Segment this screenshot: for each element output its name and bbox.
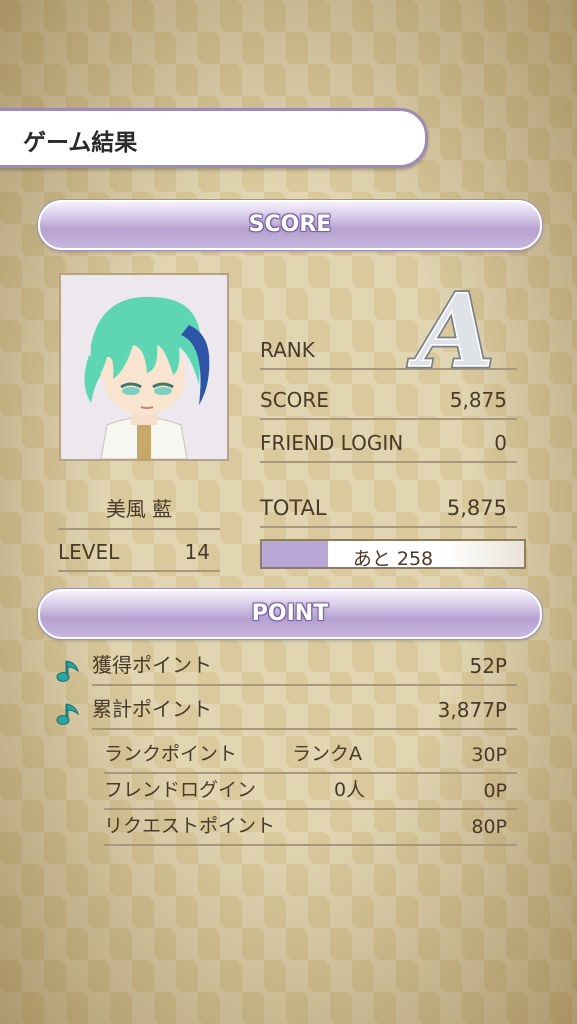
breakdown-label: リクエストポイント (104, 815, 276, 837)
earned-points-label: 獲得ポイント (92, 653, 212, 677)
total-label: TOTAL (260, 496, 327, 520)
next-rank-progress-bar: あと 258 (260, 539, 526, 570)
page-title: ゲーム結果 (23, 130, 138, 156)
music-note-icon (56, 660, 79, 682)
score-section-header: SCORE (38, 200, 542, 250)
total-row: TOTAL 5,875 (260, 492, 517, 528)
earned-points-value: 52P (469, 654, 507, 678)
page-title-bar: ゲーム結果 (0, 108, 428, 168)
point-section-header: POINT (38, 589, 542, 639)
rank-label: RANK (260, 338, 315, 362)
friend-login-label: FRIEND LOGIN (260, 431, 404, 455)
cumulative-points-value: 3,877P (437, 698, 507, 722)
level-label: LEVEL (58, 540, 120, 564)
breakdown-value: 80P (471, 816, 507, 838)
character-name-row: 美風 藍 (58, 494, 220, 530)
breakdown-detail: ランクA (292, 743, 362, 765)
breakdown-detail: 0人 (334, 779, 366, 801)
friend-login-value: 0 (494, 431, 507, 455)
point-section-label: POINT (251, 601, 329, 626)
score-value: 5,875 (449, 388, 507, 412)
cumulative-points-label: 累計ポイント (92, 697, 212, 721)
score-section-label: SCORE (248, 212, 332, 237)
friend-login-row: FRIEND LOGIN 0 (260, 427, 517, 463)
breakdown-row: フレンドログイン 0人 0P (104, 774, 517, 810)
character-avatar-icon (61, 275, 227, 459)
rank-a-badge: A A (406, 278, 497, 378)
breakdown-value: 0P (483, 780, 507, 802)
breakdown-row: ランクポイント ランクA 30P (104, 738, 517, 774)
level-row: LEVEL 14 (58, 536, 220, 572)
music-note-icon (56, 703, 79, 725)
breakdown-label: フレンドログイン (104, 779, 257, 801)
level-value: 14 (184, 540, 210, 564)
character-name: 美風 藍 (105, 497, 173, 521)
breakdown-row: リクエストポイント 80P (104, 810, 517, 846)
breakdown-label: ランクポイント (104, 743, 238, 765)
character-portrait (59, 273, 229, 461)
score-row: SCORE 5,875 (260, 384, 517, 420)
total-value: 5,875 (446, 496, 507, 520)
breakdown-value: 30P (471, 744, 507, 766)
cumulative-points-row: 累計ポイント 3,877P (92, 694, 517, 730)
earned-points-row: 獲得ポイント 52P (92, 650, 517, 686)
score-label: SCORE (260, 388, 329, 412)
rank-letter-overlay: A (408, 278, 494, 378)
progress-text: あと 258 (352, 548, 434, 570)
